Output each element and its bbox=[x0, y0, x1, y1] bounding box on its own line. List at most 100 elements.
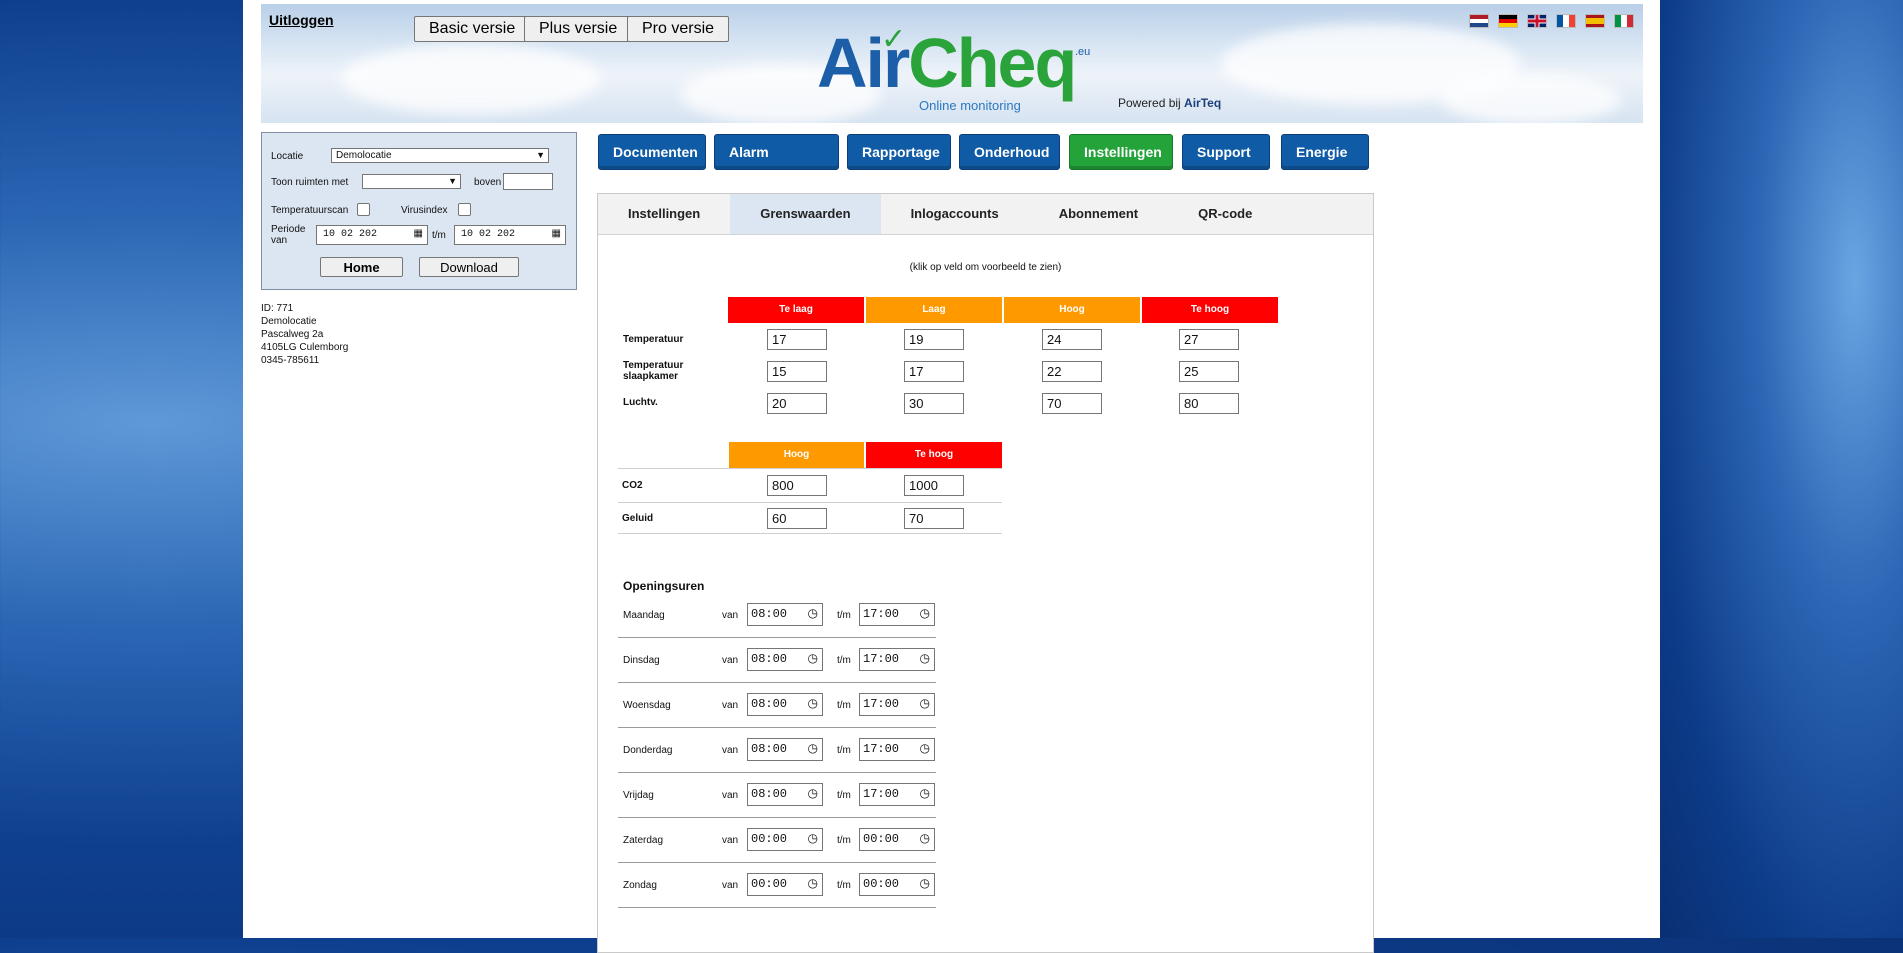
opening-to-input[interactable]: 00:00 ◷ bbox=[859, 873, 935, 896]
threshold-input[interactable]: 20 bbox=[767, 393, 827, 414]
opening-from-input[interactable]: 08:00 ◷ bbox=[747, 783, 823, 806]
calendar-icon[interactable]: ▦ bbox=[552, 226, 561, 244]
threshold-input[interactable]: 70 bbox=[1042, 393, 1102, 414]
tab-abonnement[interactable]: Abonnement bbox=[1029, 194, 1168, 234]
virus-index-checkbox[interactable] bbox=[458, 203, 471, 216]
flag-fr-icon[interactable] bbox=[1556, 14, 1576, 28]
nav-instellingen[interactable]: Instellingen bbox=[1069, 134, 1173, 170]
virus-index-label: Virusindex bbox=[401, 205, 448, 216]
day-label: Zaterdag bbox=[623, 835, 664, 846]
flag-es-icon[interactable] bbox=[1585, 14, 1605, 28]
clock-icon[interactable]: ◷ bbox=[920, 829, 930, 850]
threshold-input[interactable]: 19 bbox=[904, 329, 964, 350]
opening-from-input[interactable]: 08:00 ◷ bbox=[747, 603, 823, 626]
calendar-icon[interactable]: ▦ bbox=[414, 226, 423, 244]
flag-de-icon[interactable] bbox=[1498, 14, 1518, 28]
date-from-input[interactable]: 10 02 202 ▦ bbox=[316, 225, 428, 245]
opening-to-input[interactable]: 17:00 ◷ bbox=[859, 693, 935, 716]
location-value: Demolocatie bbox=[336, 150, 392, 161]
row-label-temperatuur-slaapkamer: Temperatuur slaapkamer bbox=[623, 360, 683, 382]
show-rooms-select[interactable]: ▼ bbox=[362, 174, 461, 189]
temperature-scan-label: Temperatuurscan bbox=[271, 205, 349, 216]
opening-from-input[interactable]: 00:00 ◷ bbox=[747, 873, 823, 896]
clock-icon[interactable]: ◷ bbox=[808, 604, 818, 625]
threshold-input[interactable]: 24 bbox=[1042, 329, 1102, 350]
nav-alarm-instellen[interactable]: Alarm instellen bbox=[714, 134, 839, 194]
home-button[interactable]: Home bbox=[320, 257, 403, 277]
nav-rapportage[interactable]: Rapportage bbox=[847, 134, 951, 170]
nav-energie[interactable]: Energie bbox=[1281, 134, 1369, 170]
flag-it-icon[interactable] bbox=[1614, 14, 1634, 28]
threshold-input[interactable]: 22 bbox=[1042, 361, 1102, 382]
tab-grenswaarden[interactable]: Grenswaarden bbox=[730, 194, 881, 234]
clock-icon[interactable]: ◷ bbox=[808, 784, 818, 805]
clock-icon[interactable]: ◷ bbox=[808, 739, 818, 760]
clock-icon[interactable]: ◷ bbox=[920, 604, 930, 625]
flag-gb-icon[interactable] bbox=[1527, 14, 1547, 28]
nav-documenten[interactable]: Documenten bbox=[598, 134, 706, 170]
opening-from-input[interactable]: 00:00 ◷ bbox=[747, 828, 823, 851]
flag-nl-icon[interactable] bbox=[1469, 14, 1489, 28]
temperature-scan-checkbox[interactable] bbox=[357, 203, 370, 216]
date-to-input[interactable]: 10 02 202 ▦ bbox=[454, 225, 566, 245]
location-select[interactable]: Demolocatie ▼ bbox=[331, 148, 549, 163]
download-button[interactable]: Download bbox=[419, 257, 519, 277]
opening-from-value: 08:00 bbox=[751, 607, 788, 621]
opening-from-input[interactable]: 08:00 ◷ bbox=[747, 648, 823, 671]
nav-onderhoud[interactable]: Onderhoud bbox=[959, 134, 1060, 170]
settings-panel: Instellingen Grenswaarden Inlogaccounts … bbox=[597, 193, 1374, 953]
clock-icon[interactable]: ◷ bbox=[808, 694, 818, 715]
row-label-geluid: Geluid bbox=[622, 513, 654, 524]
opening-from-value: 08:00 bbox=[751, 652, 788, 666]
tab-instellingen[interactable]: Instellingen bbox=[598, 194, 730, 234]
threshold-input[interactable]: 1000 bbox=[904, 475, 964, 496]
from-label: van bbox=[722, 835, 739, 846]
background-right bbox=[1660, 0, 1903, 938]
location-address: ID: 771 Demolocatie Pascalweg 2a 4105LG … bbox=[261, 302, 348, 367]
hint-text: (klik op veld om voorbeeld te zien) bbox=[909, 262, 1062, 273]
threshold-input[interactable]: 17 bbox=[767, 329, 827, 350]
logout-link[interactable]: Uitloggen bbox=[269, 12, 334, 28]
threshold-input[interactable]: 70 bbox=[904, 508, 964, 529]
clock-icon[interactable]: ◷ bbox=[920, 649, 930, 670]
opening-from-input[interactable]: 08:00 ◷ bbox=[747, 693, 823, 716]
opening-to-input[interactable]: 17:00 ◷ bbox=[859, 783, 935, 806]
location-name: Demolocatie bbox=[261, 316, 317, 327]
opening-to-input[interactable]: 17:00 ◷ bbox=[859, 603, 935, 626]
above-input[interactable] bbox=[503, 173, 553, 190]
threshold-input[interactable]: 30 bbox=[904, 393, 964, 414]
plus-version-button[interactable]: Plus versie bbox=[524, 16, 633, 42]
until-label: t/m bbox=[837, 880, 851, 891]
opening-from-input[interactable]: 08:00 ◷ bbox=[747, 738, 823, 761]
row-divider bbox=[618, 907, 936, 908]
threshold-input[interactable]: 80 bbox=[1179, 393, 1239, 414]
pro-version-button[interactable]: Pro versie bbox=[627, 16, 730, 42]
clock-icon[interactable]: ◷ bbox=[808, 874, 818, 895]
opening-to-input[interactable]: 17:00 ◷ bbox=[859, 738, 935, 761]
powered-prefix: Powered bij bbox=[1118, 96, 1181, 110]
above-label: boven bbox=[474, 177, 502, 188]
clock-icon[interactable]: ◷ bbox=[920, 874, 930, 895]
header-te-hoog-2: Te hoog bbox=[866, 442, 1002, 468]
clock-icon[interactable]: ◷ bbox=[808, 649, 818, 670]
threshold-input[interactable]: 17 bbox=[904, 361, 964, 382]
clock-icon[interactable]: ◷ bbox=[920, 784, 930, 805]
basic-version-button[interactable]: Basic versie bbox=[414, 16, 531, 42]
tab-qr-code[interactable]: QR-code bbox=[1168, 194, 1282, 234]
threshold-input[interactable]: 800 bbox=[767, 475, 827, 496]
nav-support[interactable]: Support bbox=[1182, 134, 1270, 170]
day-label: Vrijdag bbox=[623, 790, 654, 801]
until-label: t/m bbox=[837, 700, 851, 711]
tab-inlogaccounts[interactable]: Inlogaccounts bbox=[881, 194, 1029, 234]
opening-to-input[interactable]: 00:00 ◷ bbox=[859, 828, 935, 851]
opening-to-input[interactable]: 17:00 ◷ bbox=[859, 648, 935, 671]
threshold-input[interactable]: 60 bbox=[767, 508, 827, 529]
clock-icon[interactable]: ◷ bbox=[808, 829, 818, 850]
cloud-decoration bbox=[1441, 74, 1621, 123]
threshold-input[interactable]: 25 bbox=[1179, 361, 1239, 382]
clock-icon[interactable]: ◷ bbox=[920, 739, 930, 760]
clock-icon[interactable]: ◷ bbox=[920, 694, 930, 715]
row-divider bbox=[618, 682, 936, 683]
threshold-input[interactable]: 27 bbox=[1179, 329, 1239, 350]
threshold-input[interactable]: 15 bbox=[767, 361, 827, 382]
